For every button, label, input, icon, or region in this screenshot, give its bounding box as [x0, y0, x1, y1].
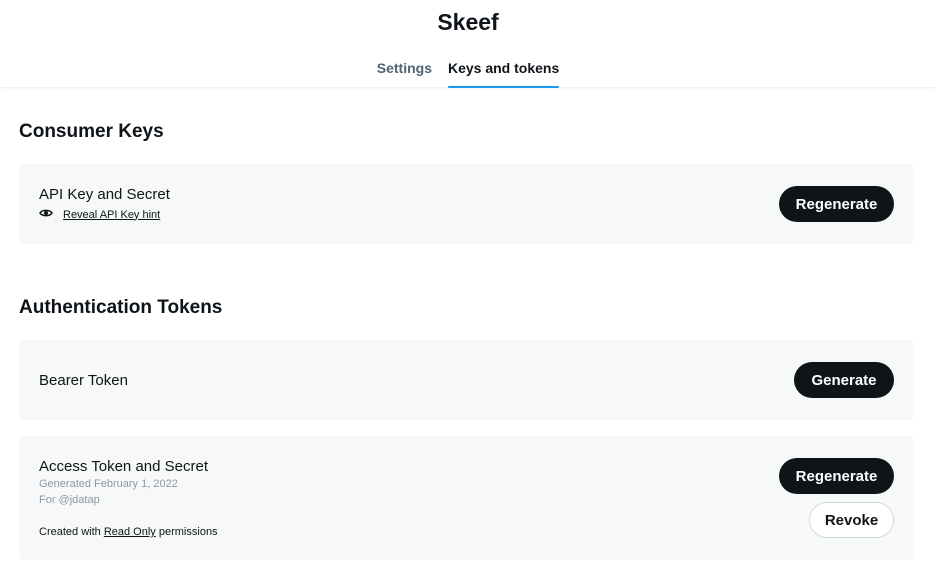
tab-bar: Settings Keys and tokens — [0, 52, 936, 88]
consumer-keys-heading: Consumer Keys — [19, 121, 164, 142]
generate-bearer-token-button[interactable]: Generate — [794, 362, 894, 398]
permissions-prefix: Created with — [39, 526, 101, 538]
permissions-note: Created with Read Only permissions — [39, 526, 218, 538]
top-bar: Skeef Settings Keys and tokens — [0, 0, 936, 88]
tab-settings[interactable]: Settings — [377, 52, 432, 88]
permissions-level-link[interactable]: Read Only — [104, 526, 156, 538]
bearer-token-card: Bearer Token Generate — [19, 340, 914, 420]
app-title: Skeef — [437, 9, 499, 35]
api-key-title: API Key and Secret — [39, 186, 170, 203]
eye-icon — [39, 208, 53, 221]
revoke-access-token-button[interactable]: Revoke — [809, 502, 894, 538]
permissions-suffix: permissions — [158, 526, 218, 538]
generated-date: Generated February 1, 2022 — [39, 478, 178, 490]
tab-keys-and-tokens[interactable]: Keys and tokens — [447, 52, 560, 88]
regenerate-access-token-button[interactable]: Regenerate — [779, 458, 894, 494]
reveal-hint-row: Reveal API Key hint — [39, 208, 160, 221]
token-owner: For @jdatap — [39, 494, 100, 506]
authentication-tokens-heading: Authentication Tokens — [19, 297, 223, 318]
access-token-title: Access Token and Secret — [39, 458, 208, 475]
regenerate-api-key-button[interactable]: Regenerate — [779, 186, 894, 222]
bearer-token-title: Bearer Token — [39, 372, 128, 389]
api-key-card: API Key and Secret Reveal API Key hint R… — [19, 164, 914, 244]
reveal-api-key-hint-link[interactable]: Reveal API Key hint — [63, 209, 160, 221]
access-token-card: Access Token and Secret Generated Februa… — [19, 436, 914, 560]
